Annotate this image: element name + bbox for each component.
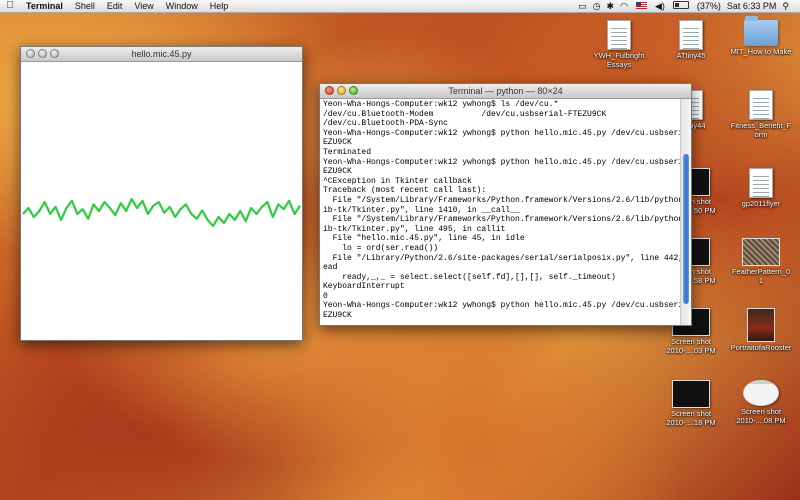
terminal-scrollbar[interactable] — [680, 99, 691, 325]
document-icon — [679, 20, 703, 50]
terminal-line: File "hello.mic.45.py", line 45, in idle — [332, 234, 525, 244]
terminal-line: ib-tk/Tkinter.py", line 1410, in __call_… — [323, 205, 520, 215]
desktop-icon-fitness-benefit-form[interactable]: Fitness_Benefit_F orm — [730, 90, 792, 139]
desktop-icon-label: Screen shot 2010-....08 PM — [736, 407, 786, 425]
desktop-icon-label: FeatherPattern_0 1 — [731, 267, 791, 285]
terminal-titlebar[interactable]: Terminal — python — 80×24 — [320, 84, 691, 99]
terminal-line: File "/Library/Python/2.6/site-packages/… — [332, 253, 681, 263]
flag-icon[interactable] — [631, 0, 652, 12]
terminal-line: Traceback (most recent call last): — [323, 186, 487, 196]
volume-icon[interactable]: ◀) — [652, 0, 668, 12]
waveform-canvas — [21, 62, 302, 340]
display-icon[interactable]: ▭ — [575, 0, 590, 12]
terminal-line: EZU9CK — [323, 311, 352, 321]
desktop-icon-label: ATtiny45 — [676, 51, 706, 60]
terminal-output[interactable]: Yeon-Wha-Hongs-Computer:wk12 ywhong$ ls … — [320, 99, 681, 325]
terminal-window: Terminal — python — 80×24 Yeon-Wha-Hongs… — [319, 83, 692, 326]
terminal-line: EZU9CK — [323, 138, 352, 148]
desktop-icon-portrait-rooster[interactable]: PortraitofaRooster — [730, 308, 792, 352]
menu-window[interactable]: Window — [160, 0, 204, 12]
menu-clock[interactable]: Sat 6:33 PM — [724, 0, 780, 12]
terminal-line: ead — [323, 263, 338, 273]
terminal-line: ^CException in Tkinter callback — [323, 176, 472, 186]
close-icon[interactable] — [26, 49, 35, 58]
terminal-line: File "/System/Library/Frameworks/Python.… — [332, 215, 681, 225]
desktop-icon-attiny45[interactable]: ATtiny45 — [660, 20, 722, 60]
battery-percent[interactable]: (37%) — [694, 0, 724, 12]
wifi-icon[interactable]: ◠ — [617, 0, 631, 12]
desktop-icon-label: gp2011flyer — [741, 199, 781, 208]
minimize-icon[interactable] — [337, 86, 346, 95]
desktop-icon-label: Fitness_Benefit_F orm — [730, 121, 792, 139]
bluetooth-icon[interactable]: ✱ — [604, 0, 618, 12]
desktop-icon-ywh-fulbright-essays[interactable]: YWH_Fulbright Essays — [588, 20, 650, 69]
folder-icon — [744, 16, 778, 46]
close-icon[interactable] — [325, 86, 334, 95]
menu-shell[interactable]: Shell — [69, 0, 101, 12]
menu-bar:  Terminal Shell Edit View Window Help ▭… — [0, 0, 800, 13]
terminal-line: Yeon-Wha-Hongs-Computer:wk12 ywhong$ ls … — [323, 100, 559, 109]
desktop-icon-label: Screen shot 2010-....18 PM — [666, 409, 716, 427]
desktop-icon-label: Screen shot 2010-....03 PM — [666, 337, 716, 355]
terminal-line: File "/System/Library/Frameworks/Python.… — [332, 195, 681, 205]
terminal-line: 0 — [323, 291, 328, 301]
battery-icon[interactable] — [668, 0, 694, 12]
terminal-line: Terminated — [323, 147, 372, 157]
tk-window-title: hello.mic.45.py — [131, 49, 192, 59]
document-icon — [749, 90, 773, 120]
menu-view[interactable]: View — [128, 0, 159, 12]
minimize-icon[interactable] — [38, 49, 47, 58]
screenshot-icon — [743, 380, 779, 406]
desktop-icon-label: MIT_How to Make — [730, 47, 792, 56]
terminal-line: KeyboardInterrupt — [323, 282, 405, 292]
terminal-line: Yeon-Wha-Hongs-Computer:wk12 ywhong$ pyt… — [323, 157, 681, 167]
screenshot-icon — [672, 380, 710, 408]
desktop-icon-featherpattern[interactable]: FeatherPattern_0 1 — [730, 238, 792, 285]
apple-menu-icon[interactable]:  — [0, 0, 20, 12]
desktop-icon-label: PortraitofaRooster — [730, 343, 792, 352]
spotlight-icon[interactable]: ⚲ — [779, 0, 792, 12]
desktop-icon-screenshot-08pm[interactable]: Screen shot 2010-....08 PM — [730, 380, 792, 425]
desktop-icon-screenshot-18pm[interactable]: Screen shot 2010-....18 PM — [660, 380, 722, 427]
image-icon — [747, 308, 775, 342]
document-icon — [607, 20, 631, 50]
waveform-line — [22, 197, 301, 228]
terminal-line: Yeon-Wha-Hongs-Computer:wk12 ywhong$ pyt… — [323, 301, 681, 311]
image-icon — [742, 238, 780, 266]
resize-handle-icon[interactable] — [681, 315, 691, 325]
tk-titlebar[interactable]: hello.mic.45.py — [21, 47, 302, 62]
terminal-line: Yeon-Wha-Hongs-Computer:wk12 ywhong$ pyt… — [323, 128, 681, 138]
time-machine-icon[interactable]: ◷ — [590, 0, 604, 12]
menu-edit[interactable]: Edit — [101, 0, 129, 12]
terminal-line: /dev/cu.Bluetooth-PDA-Sync — [323, 119, 448, 129]
terminal-line: /dev/cu.Bluetooth-Modem /dev/cu.usbseria… — [323, 109, 607, 119]
terminal-line: ib-tk/Tkinter.py", line 495, in callit — [323, 224, 506, 234]
zoom-icon[interactable] — [349, 86, 358, 95]
zoom-icon[interactable] — [50, 49, 59, 58]
document-icon — [749, 168, 773, 198]
terminal-line: ready,_,_ = select.select([self.fd],[],[… — [342, 272, 616, 282]
terminal-window-title: Terminal — python — 80×24 — [448, 86, 563, 96]
desktop-icon-label: YWH_Fulbright Essays — [593, 51, 645, 69]
menu-app-terminal[interactable]: Terminal — [20, 0, 69, 12]
desktop-icon-gp2011flyer[interactable]: gp2011flyer — [730, 168, 792, 208]
scrollbar-thumb[interactable] — [683, 154, 689, 304]
terminal-text: Yeon-Wha-Hongs-Computer:wk12 ywhong$ ls … — [323, 100, 681, 321]
terminal-line: lo = ord(ser.read()) — [342, 243, 439, 253]
desktop-icon-mit-how-to-make[interactable]: MIT_How to Make — [730, 16, 792, 56]
terminal-line: EZU9CK — [323, 167, 352, 177]
tk-window: hello.mic.45.py — [20, 46, 303, 341]
menu-help[interactable]: Help — [204, 0, 235, 12]
